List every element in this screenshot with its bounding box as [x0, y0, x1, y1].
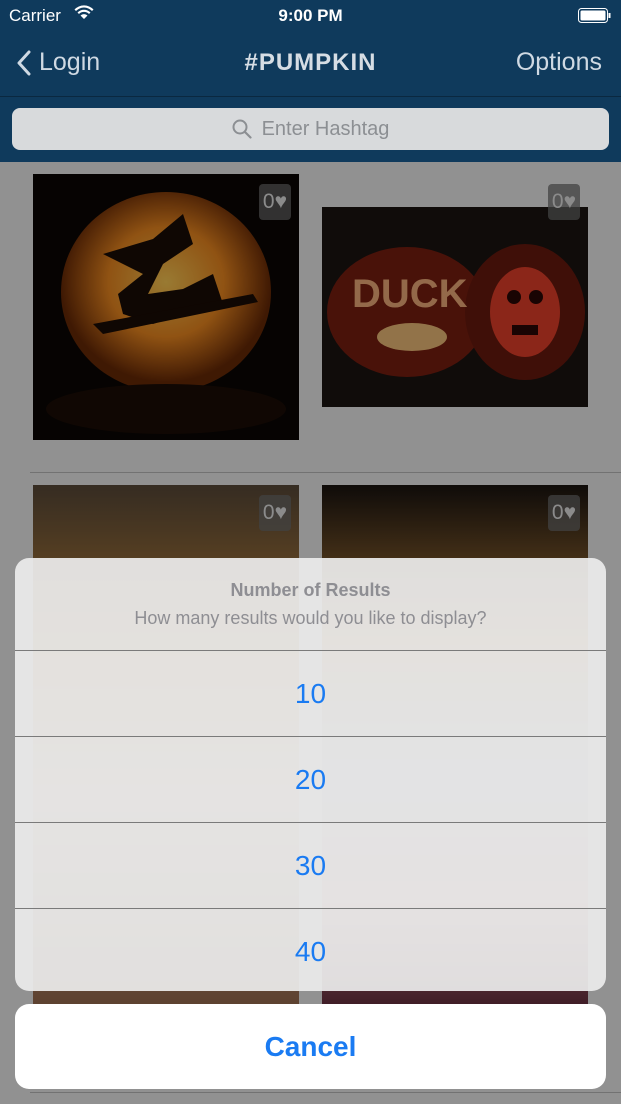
action-sheet-message: How many results would you like to displ…: [134, 608, 487, 628]
navigation-bar: Login #PUMPKIN Options: [0, 32, 621, 96]
clock: 9:00 PM: [278, 6, 343, 25]
search-placeholder: Enter Hashtag: [261, 117, 390, 140]
status-bar: Carrier 9:00 PM: [0, 0, 621, 32]
battery-icon: [578, 8, 611, 23]
search-icon: [232, 119, 252, 139]
action-sheet: Number of Results How many results would…: [15, 558, 606, 991]
header: Carrier 9:00 PM Login #PUMPKIN Options E…: [0, 0, 621, 162]
nav-divider: [0, 96, 621, 97]
options-button[interactable]: Options: [516, 48, 602, 77]
cancel-button[interactable]: Cancel: [15, 1004, 606, 1089]
action-sheet-header: Number of Results How many results would…: [15, 558, 606, 651]
option-20-button[interactable]: 20: [15, 737, 606, 823]
action-sheet-title: Number of Results: [230, 580, 391, 600]
option-40-button[interactable]: 40: [15, 909, 606, 991]
option-10-button[interactable]: 10: [15, 651, 606, 737]
search-input[interactable]: Enter Hashtag: [12, 108, 609, 150]
option-30-button[interactable]: 30: [15, 823, 606, 909]
